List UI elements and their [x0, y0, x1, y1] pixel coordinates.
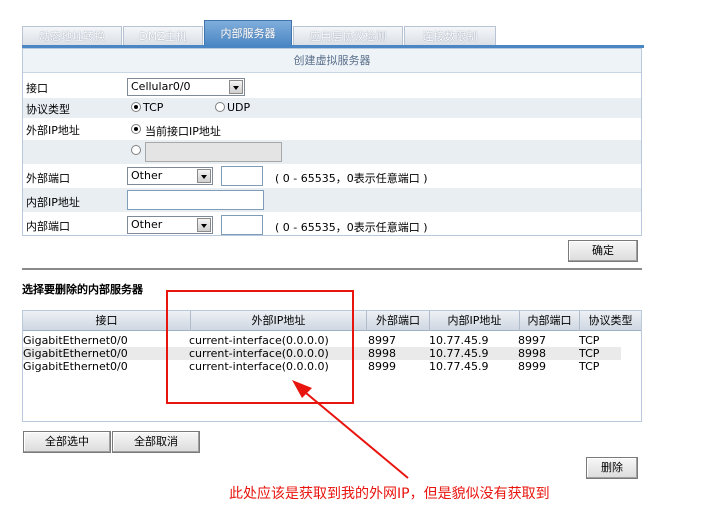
tab-label: 动态地址转换	[39, 30, 105, 43]
ext-port-select-value: Other	[131, 169, 163, 182]
int-port-select-value: Other	[131, 218, 163, 231]
create-server-panel: 创建虚拟服务器 接口 Cellular0/0 协议类型 TCP UDP 外部IP…	[22, 48, 642, 236]
panel-title: 创建虚拟服务器	[23, 49, 641, 73]
cell-protocol: TCP	[579, 347, 600, 360]
interface-value: Cellular0/0	[131, 80, 191, 93]
tab-internal-server[interactable]: 内部服务器	[204, 20, 292, 46]
cell-int-ip: 10.77.45.9	[429, 334, 489, 347]
tab-dmz-host[interactable]: DMZ主机	[123, 26, 203, 46]
interface-row: 接口 Cellular0/0	[23, 76, 641, 98]
ext-ip-manual-radio[interactable]	[131, 145, 141, 155]
tab-label: DMZ主机	[139, 30, 187, 43]
cell-ext-port: 8997	[368, 334, 396, 347]
delete-section-title: 选择要删除的内部服务器	[22, 283, 143, 296]
annotation-text: 此处应该是获取到我的外网IP，但是貌似没有获取到	[229, 486, 550, 502]
interface-label: 接口	[26, 82, 48, 95]
ext-ip-manual-row	[23, 140, 641, 164]
cell-int-ip: 10.77.45.9	[429, 360, 489, 373]
chevron-down-icon	[229, 80, 243, 94]
tab-label: 应用层协议检测	[309, 30, 387, 43]
cell-int-ip: 10.77.45.9	[429, 347, 489, 360]
tcp-radio[interactable]	[131, 102, 141, 112]
tab-label: 连接数限制	[422, 30, 478, 43]
col-int-ip: 内部IP地址	[430, 311, 520, 331]
cell-int-port: 8997	[518, 334, 546, 347]
ext-port-row: 外部端口 Other ( 0 - 65535，0表示任意端口 )	[23, 164, 641, 188]
protocol-label: 协议类型	[26, 103, 70, 116]
col-ext-port: 外部端口	[367, 311, 430, 331]
cell-int-port: 8999	[518, 360, 546, 373]
ext-port-hint: ( 0 - 65535，0表示任意端口 )	[275, 172, 428, 185]
int-port-label: 内部端口	[26, 220, 70, 233]
ext-port-input[interactable]	[221, 166, 263, 186]
cell-protocol: TCP	[579, 360, 600, 373]
int-ip-row: 内部IP地址	[23, 188, 641, 212]
cell-ext-port: 8999	[368, 360, 396, 373]
ext-ip-row: 外部IP地址 当前接口IP地址	[23, 118, 641, 140]
int-port-hint: ( 0 - 65535，0表示任意端口 )	[275, 221, 428, 234]
select-all-button[interactable]: 全部选中	[23, 431, 111, 453]
tcp-label: TCP	[143, 101, 164, 114]
tab-dynamic-nat[interactable]: 动态地址转换	[22, 26, 122, 46]
ext-port-select[interactable]: Other	[127, 167, 213, 185]
tab-app-protocol-inspection[interactable]: 应用层协议检测	[293, 26, 403, 46]
ext-ip-current-radio[interactable]	[131, 124, 141, 134]
ext-ip-label: 外部IP地址	[26, 124, 80, 137]
udp-label: UDP	[227, 101, 251, 114]
chevron-down-icon	[197, 169, 211, 183]
chevron-down-icon	[197, 218, 211, 232]
annotation-highlight-box	[166, 290, 354, 404]
col-int-port: 内部端口	[520, 311, 580, 331]
deselect-all-button[interactable]: 全部取消	[112, 431, 200, 453]
cell-ext-port: 8998	[368, 347, 396, 360]
udp-radio[interactable]	[215, 102, 225, 112]
tab-connection-limit[interactable]: 连接数限制	[404, 26, 496, 46]
cell-int-port: 8998	[518, 347, 546, 360]
delete-button[interactable]: 删除	[586, 457, 638, 479]
ext-ip-manual-input[interactable]	[145, 142, 282, 162]
int-port-row: 内部端口 Other ( 0 - 65535，0表示任意端口 )	[23, 212, 641, 236]
cell-interface: GigabitEthernet0/0	[23, 347, 128, 360]
confirm-button[interactable]: 确定	[568, 240, 638, 262]
cell-protocol: TCP	[579, 334, 600, 347]
section-divider	[22, 268, 642, 270]
ext-ip-current-label: 当前接口IP地址	[145, 125, 221, 138]
int-ip-input[interactable]	[127, 190, 264, 210]
ext-port-label: 外部端口	[26, 172, 70, 185]
cell-interface: GigabitEthernet0/0	[23, 334, 128, 347]
protocol-row: 协议类型 TCP UDP	[23, 98, 641, 118]
int-ip-label: 内部IP地址	[26, 196, 80, 209]
col-protocol: 协议类型	[588, 314, 633, 327]
tab-bar: 动态地址转换 DMZ主机 内部服务器 应用层协议检测 连接数限制	[22, 20, 644, 46]
interface-select[interactable]: Cellular0/0	[127, 78, 245, 96]
tab-label: 内部服务器	[220, 27, 276, 40]
int-port-select[interactable]: Other	[127, 216, 213, 234]
int-port-input[interactable]	[221, 215, 263, 235]
cell-interface: GigabitEthernet0/0	[23, 360, 128, 373]
